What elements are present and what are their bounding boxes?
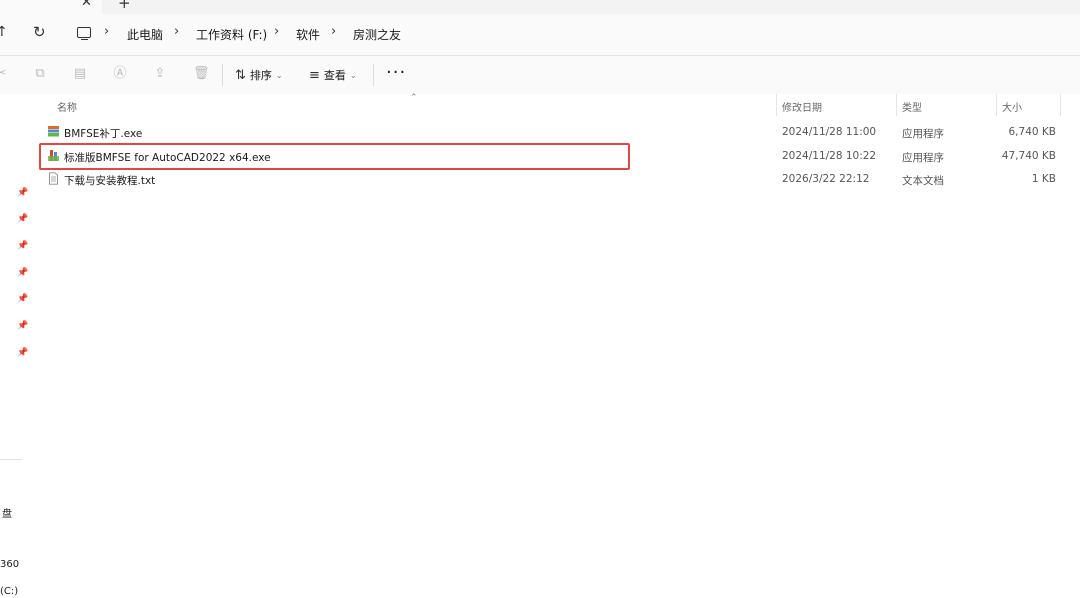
share-icon[interactable]: ⇪ <box>153 67 167 81</box>
pin-icon[interactable]: 📌 <box>17 348 28 358</box>
nav-divider <box>0 459 22 460</box>
column-header-date[interactable]: 修改日期 <box>782 99 822 114</box>
rename-icon[interactable]: Ⓐ <box>113 67 127 81</box>
installer-icon <box>48 126 59 137</box>
chevron-down-icon: ⌄ <box>275 70 283 80</box>
file-size: 1 KB <box>1031 173 1056 185</box>
paste-icon[interactable]: ▤ <box>73 67 87 81</box>
close-tab-icon[interactable]: ✕ <box>81 0 92 10</box>
pin-icon[interactable]: 📌 <box>17 188 28 198</box>
active-tab[interactable]: ✕ <box>0 0 102 14</box>
more-options-button[interactable]: ··· <box>386 62 406 83</box>
pin-icon[interactable]: 📌 <box>17 294 28 304</box>
computer-icon[interactable] <box>77 27 91 41</box>
column-divider[interactable] <box>776 94 777 116</box>
column-header-name[interactable]: 名称 <box>57 99 77 114</box>
installer-icon <box>48 150 59 161</box>
breadcrumb-item[interactable]: 此电脑 <box>127 26 163 43</box>
copy-icon[interactable]: ⧉ <box>33 67 47 81</box>
pin-icon[interactable]: 📌 <box>17 321 28 331</box>
file-row[interactable]: BMFSE补丁.exe 2024/11/28 11:00 应用程序 6,740 … <box>40 121 1060 144</box>
file-date: 2024/11/28 11:00 <box>782 126 877 138</box>
tab-strip: ✕ + <box>0 0 1080 14</box>
pin-icon[interactable]: 📌 <box>17 214 28 224</box>
view-label: 查看 <box>323 69 346 82</box>
file-type: 应用程序 <box>902 128 944 140</box>
nav-item-c-drive[interactable]: (C:) <box>0 586 18 597</box>
file-date: 2026/3/22 22:12 <box>782 173 870 185</box>
file-type: 文本文档 <box>902 175 944 187</box>
breadcrumb-item[interactable]: 工作资料 (F:) <box>196 26 267 43</box>
sort-label: 排序 <box>249 69 272 82</box>
toolbar-divider <box>222 64 223 86</box>
column-header-type[interactable]: 类型 <box>902 99 922 114</box>
file-name: 标准版BMFSE for AutoCAD2022 x64.exe <box>64 152 271 164</box>
text-file-icon <box>49 172 58 185</box>
sort-icon: ⇅ <box>235 67 246 83</box>
view-icon: ≡ <box>309 67 320 83</box>
nav-item-drive[interactable]: 盘 <box>2 505 12 520</box>
nav-item-360[interactable]: 360 <box>0 559 19 570</box>
toolbar-divider <box>373 64 374 86</box>
cut-icon[interactable]: ✂ <box>0 67 8 81</box>
chevron-down-icon: ⌄ <box>349 70 357 80</box>
up-arrow-icon[interactable]: ↑ <box>0 24 8 40</box>
new-tab-icon[interactable]: + <box>118 0 131 12</box>
file-row[interactable]: 下载与安装教程.txt 2026/3/22 22:12 文本文档 1 KB <box>40 168 1060 191</box>
column-header-size[interactable]: 大小 <box>1002 99 1022 114</box>
chevron-right-icon[interactable]: › <box>104 24 109 39</box>
pin-icon[interactable]: 📌 <box>17 241 28 251</box>
file-name: 下载与安装教程.txt <box>64 175 156 187</box>
file-type: 应用程序 <box>902 152 944 164</box>
column-divider[interactable] <box>996 94 997 116</box>
column-divider[interactable] <box>896 94 897 116</box>
column-divider[interactable] <box>1060 94 1061 116</box>
file-size: 6,740 KB <box>1008 126 1057 138</box>
file-row[interactable]: 标准版BMFSE for AutoCAD2022 x64.exe 2024/11… <box>40 145 1060 168</box>
delete-icon[interactable]: 🗑 <box>193 67 210 81</box>
chevron-right-icon[interactable]: › <box>331 24 336 39</box>
refresh-icon[interactable]: ↻ <box>33 23 46 41</box>
file-date: 2024/11/28 10:22 <box>782 150 877 162</box>
chevron-right-icon[interactable]: › <box>174 24 179 39</box>
address-bar: ↑ ↻ › 此电脑 › 工作资料 (F:) › 软件 › 房测之友 <box>0 14 1080 56</box>
sort-ascending-icon: ⌃ <box>410 93 418 103</box>
sort-button[interactable]: ⇅ 排序 ⌄ <box>235 65 283 85</box>
breadcrumb-item[interactable]: 软件 <box>296 26 320 43</box>
command-bar: ✂ ⧉ ▤ Ⓐ ⇪ 🗑 ⇅ 排序 ⌄ ≡ 查看 ⌄ ··· <box>0 56 1080 94</box>
view-button[interactable]: ≡ 查看 ⌄ <box>309 65 357 85</box>
chevron-right-icon[interactable]: › <box>274 24 279 39</box>
breadcrumb-item[interactable]: 房测之友 <box>353 26 401 43</box>
pin-icon[interactable]: 📌 <box>17 268 28 278</box>
file-size: 47,740 KB <box>1001 150 1056 162</box>
column-header-row: ⌃ 名称 修改日期 类型 大小 <box>0 93 1080 118</box>
navigation-pane: 📌 📌 📌 📌 📌 📌 📌 盘 360 (C:) <box>0 94 28 598</box>
file-name: BMFSE补丁.exe <box>64 128 143 140</box>
